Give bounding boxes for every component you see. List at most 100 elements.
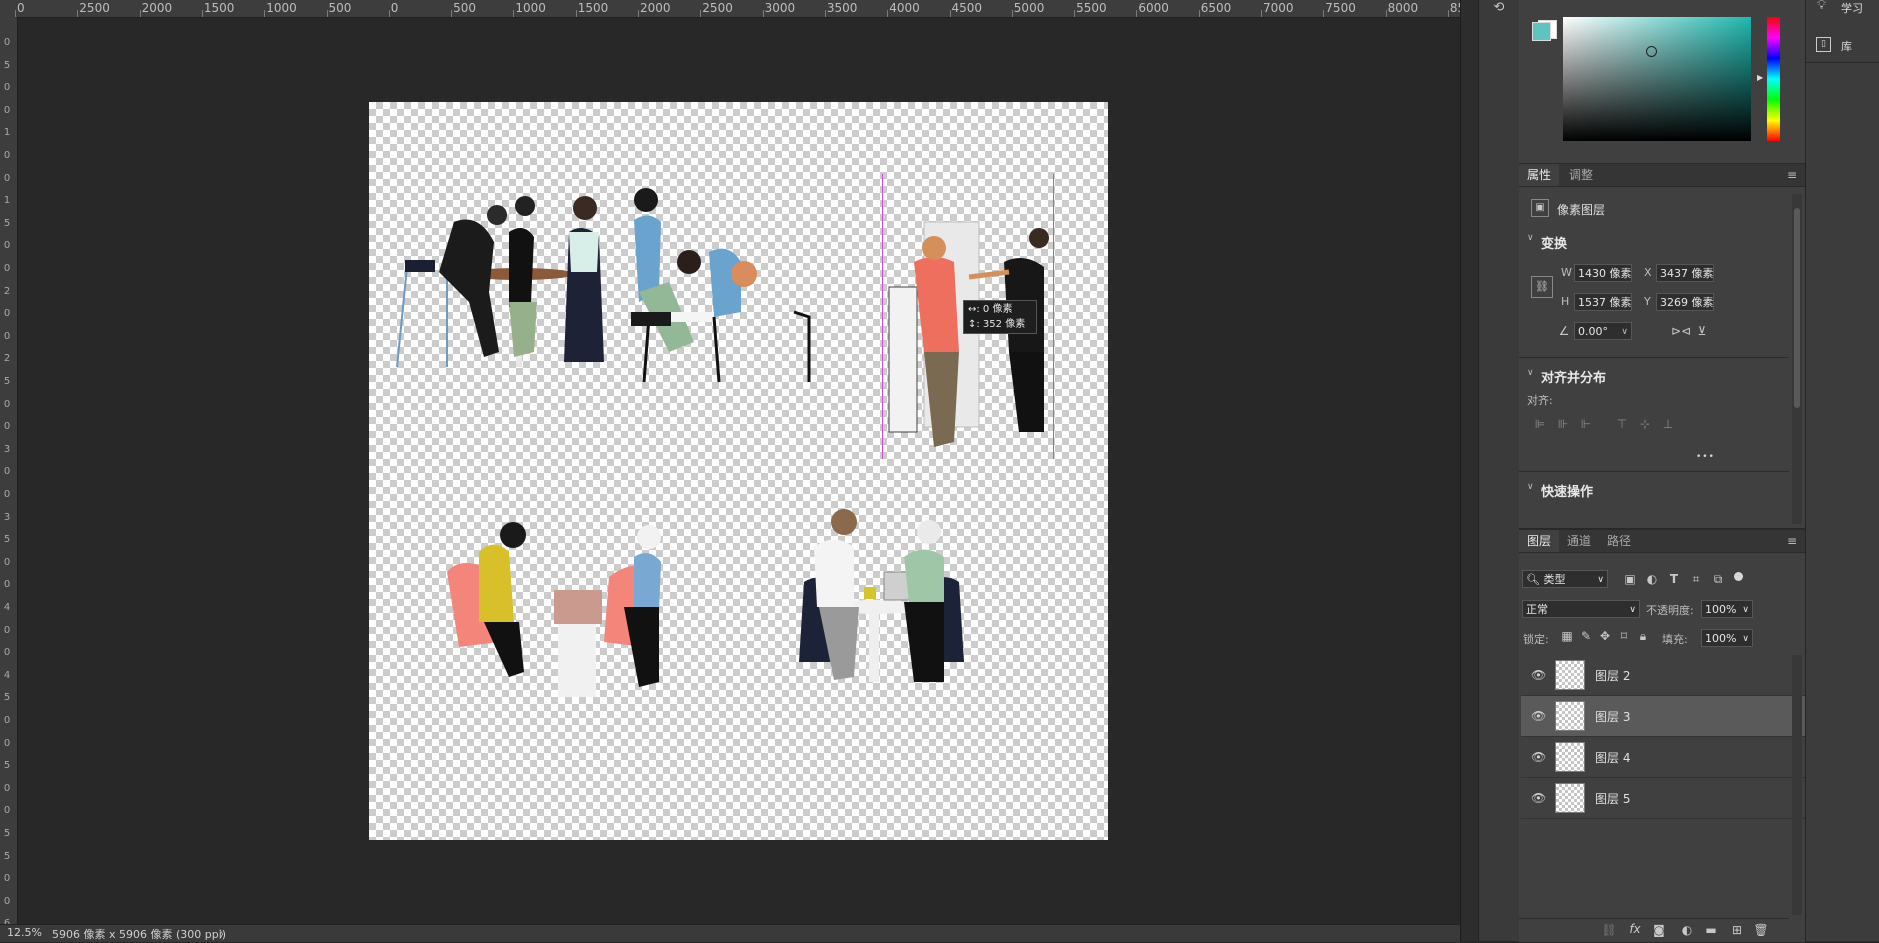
angle-field[interactable]: 0.00° ∨ [1574,322,1632,340]
foreground-color-swatch[interactable] [1532,22,1551,41]
ruler-tick-label: 4 [3,669,11,681]
align-top-edges-icon[interactable]: ⊤ [1615,417,1629,431]
lock-image-pixels-icon[interactable]: ✎ [1579,629,1593,643]
mask-icon[interactable]: ◙ [1651,923,1667,937]
layers-menu-icon[interactable]: ≡ [1787,534,1799,548]
layer-row[interactable]: 👁︎ 图层 2 [1521,655,1805,696]
layer-row[interactable]: 👁︎ 图层 3 [1521,696,1805,737]
visibility-eye-icon[interactable]: 👁︎ [1531,750,1546,764]
document-canvas[interactable]: ↔: 0 像素 ↕: 352 像素 [369,102,1108,840]
filter-type-icon[interactable]: T [1667,572,1681,586]
x-position-field[interactable]: 3437 像素 [1656,264,1714,282]
status-bar: 12.5% 5906 像素 x 5906 像素 (300 ppi) 〉 [0,924,1460,942]
more-options-button[interactable]: ••• [1696,452,1715,462]
tab-layers[interactable]: 图层 [1519,530,1560,552]
height-field[interactable]: 1537 像素 [1574,293,1632,311]
align-bottom-edges-icon[interactable]: ⊥ [1661,417,1675,431]
align-right-edges-icon[interactable]: ⊩ [1579,417,1593,431]
doc-info-menu-icon[interactable]: 〉 [219,926,229,941]
layer-name[interactable]: 图层 3 [1595,708,1630,725]
ruler-tick [201,10,203,17]
history-panel-icon[interactable]: ⟲ [1491,0,1507,15]
prevent-autonest-icon[interactable]: ⌑ [1617,629,1631,643]
ruler-tick-label: 1500 [203,1,235,15]
learn-panel-label[interactable]: 学习 [1841,0,1863,16]
layer-type-label: 像素图层 [1557,203,1606,217]
hue-slider-marker[interactable]: ▶ [1757,73,1763,82]
opacity-value: 100% [1705,603,1737,616]
transform-collapse-icon[interactable]: ∨ [1527,233,1534,243]
ruler-tick-label: 0 [3,805,11,817]
properties-scroll-thumb[interactable] [1794,208,1800,408]
visibility-eye-icon[interactable]: 👁︎ [1531,668,1546,682]
properties-tabs: 属性 调整 ≡ [1519,164,1805,187]
filter-smart-object-icon[interactable]: ⧉ [1711,572,1725,587]
y-label: Y [1644,295,1651,308]
color-field[interactable] [1563,17,1751,141]
layers-scrollbar[interactable] [1792,655,1802,915]
opacity-field[interactable]: 100% ∨ [1701,600,1753,618]
library-panel-label[interactable]: 库 [1841,38,1852,54]
layer-name[interactable]: 图层 4 [1595,749,1630,766]
filter-adjustment-icon[interactable]: ◐ [1645,572,1659,586]
quick-actions-collapse-icon[interactable]: ∨ [1527,482,1534,492]
align-vertical-centers-icon[interactable]: ⊹ [1638,417,1652,431]
ruler-tick-label: 3500 [826,1,858,15]
filter-toggle-icon[interactable] [1734,572,1743,581]
zoom-level[interactable]: 12.5% [7,926,42,939]
properties-panel: 属性 调整 ≡ ▣ 像素图层 ∨ 变换 ⛓ W 1430 像素 X 3437 像… [1519,163,1805,528]
fill-label: 填充: [1662,633,1688,646]
lightbulb-icon[interactable]: 💡︎ [1817,0,1826,13]
blend-mode-dropdown[interactable]: 正常 ∨ [1522,600,1640,618]
visibility-eye-icon[interactable]: 👁︎ [1531,791,1546,805]
folder-icon[interactable]: ▬ [1703,923,1719,937]
layer-name[interactable]: 图层 2 [1595,667,1630,684]
hue-slider[interactable] [1767,17,1780,141]
library-icon[interactable]: ▯ [1816,37,1831,52]
color-picker-circle[interactable] [1646,46,1657,57]
layer-filter-dropdown[interactable]: 🔍︎ 类型 ∨ [1522,570,1608,588]
lock-transparent-pixels-icon[interactable]: ▦ [1560,629,1574,643]
link-icon[interactable]: ⛓ [1601,923,1617,937]
layer-name[interactable]: 图层 5 [1595,790,1630,807]
layer-row[interactable]: 👁︎ 图层 4 [1521,737,1805,778]
lock-position-icon[interactable]: ✥ [1598,629,1612,643]
ruler-tick-label: 0 [3,895,11,907]
pixel-layer-icon: ▣ [1531,199,1549,217]
lock-all-icon[interactable]: 🔒︎ [1636,629,1650,644]
align-horizontal-centers-icon[interactable]: ⊪ [1556,417,1570,431]
tab-channels[interactable]: 通道 [1559,530,1599,552]
filter-shape-icon[interactable]: ⌗ [1689,572,1703,587]
properties-scrollbar[interactable] [1792,194,1802,524]
angle-dropdown-icon[interactable]: ∨ [1621,323,1628,341]
flip-horizontal-icon[interactable]: ⊳⊲ [1671,324,1691,338]
tab-adjustments[interactable]: 调整 [1561,164,1601,186]
visibility-eye-icon[interactable]: 👁︎ [1531,709,1546,723]
ruler-tick [1447,10,1449,17]
vertical-ruler[interactable]: 0500100150020025003003500400450050055006 [0,17,18,924]
panel-menu-icon[interactable]: ≡ [1787,168,1799,182]
tab-properties[interactable]: 属性 [1519,164,1560,186]
ruler-tick-label: 5 [3,217,11,229]
width-field[interactable]: 1430 像素 [1574,264,1632,282]
align-left-edges-icon[interactable]: ⊫ [1533,417,1547,431]
horizontal-ruler[interactable]: 0 2500 2000 1500 1000 500 0 500 1000 1500 2000 2500… [0,0,1460,18]
document-scrollbar[interactable] [1460,0,1479,941]
fx-icon[interactable]: fx [1627,922,1643,936]
y-position-field[interactable]: 3269 像素 [1656,293,1714,311]
filter-pixel-icon[interactable]: ▣ [1623,572,1637,586]
blend-mode-dropdown-icon: ∨ [1629,605,1636,615]
adjustment-icon[interactable]: ◐ [1679,923,1695,937]
flip-vertical-icon[interactable]: ⊻ [1694,324,1710,338]
trash-icon[interactable]: 🗑︎ [1753,923,1769,937]
align-collapse-icon[interactable]: ∨ [1527,368,1534,378]
ruler-tick [1261,10,1262,17]
ruler-tick-label: 1500 [577,1,609,15]
layer-row[interactable]: 👁︎ 图层 5 [1521,778,1805,819]
layers-tabs: 图层 通道 路径 ≡ [1519,530,1805,553]
tab-paths[interactable]: 路径 [1599,530,1639,552]
ruler-tick-label: 5 [3,376,11,387]
new-layer-icon[interactable]: ⊞ [1729,923,1745,937]
fill-field[interactable]: 100% ∨ [1701,629,1753,647]
link-dimensions-icon[interactable]: ⛓ [1531,276,1553,298]
